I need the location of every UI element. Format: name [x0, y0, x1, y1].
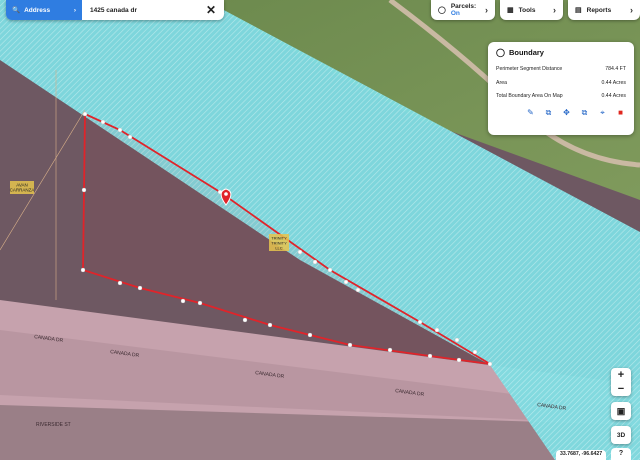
row-value: 0.44 Acres: [601, 79, 626, 86]
pencil-icon[interactable]: ✎: [525, 107, 536, 118]
boundary-vertex[interactable]: [427, 353, 433, 359]
boundary-vertex[interactable]: [343, 279, 349, 285]
tools-label: Tools: [518, 6, 536, 14]
boundary-vertex[interactable]: [180, 298, 186, 304]
total-area-row: Total Boundary Area On Map 0.44 Acres: [496, 93, 626, 99]
street-label: RIVERSIDE ST: [36, 422, 71, 428]
boundary-vertex[interactable]: [454, 337, 460, 343]
boundary-vertex[interactable]: [327, 267, 333, 273]
address-input[interactable]: 1425 canada dr ✕: [82, 0, 224, 20]
boundary-vertex[interactable]: [472, 349, 478, 355]
boundary-vertex[interactable]: [137, 285, 143, 291]
tag-icon: ◯: [496, 48, 505, 57]
chevron-right-icon: ›: [630, 5, 633, 15]
perimeter-row: Perimeter Segment Distance 784.4 FT: [496, 66, 626, 72]
search-icon: 🔍: [12, 7, 21, 14]
trash-icon[interactable]: ■: [615, 107, 626, 118]
row-label: Perimeter Segment Distance: [496, 66, 563, 72]
parcels-toggle[interactable]: ◯ Parcels: On ›: [431, 0, 495, 20]
address-button-label: Address: [24, 6, 51, 14]
boundary-vertex[interactable]: [100, 119, 106, 125]
boundary-vertex[interactable]: [456, 357, 462, 363]
copy-layer-icon[interactable]: ⧉: [543, 107, 554, 118]
parcels-state: On: [450, 10, 460, 17]
address-search: 🔍 Address › 1425 canada dr ✕: [6, 0, 224, 20]
boundary-vertex[interactable]: [297, 249, 303, 255]
svg-text:LLC: LLC: [275, 246, 282, 251]
boundary-vertex[interactable]: [81, 187, 87, 193]
boundary-vertex[interactable]: [434, 327, 440, 333]
reports-label: Reports: [586, 6, 612, 14]
row-label: Area: [496, 79, 507, 86]
parcel-label-trinity: TRINITY TRINITY LLC: [269, 234, 289, 251]
boundary-vertex[interactable]: [347, 342, 353, 348]
boundary-vertex[interactable]: [307, 332, 313, 338]
chevron-right-icon: ›: [485, 5, 488, 15]
boundary-vertex[interactable]: [117, 127, 123, 133]
zoom-control: + −: [611, 368, 631, 396]
panel-title: Boundary: [508, 48, 544, 57]
3d-button[interactable]: 3D: [611, 426, 631, 444]
reports-button[interactable]: ▤ Reports ›: [568, 0, 640, 20]
boundary-vertex[interactable]: [197, 300, 203, 306]
chevron-right-icon: ›: [553, 5, 556, 15]
parcel-label-avan: AVAN CARRANZA: [10, 181, 35, 194]
help-button[interactable]: ?: [611, 448, 631, 460]
address-query: 1425 canada dr: [90, 6, 137, 14]
close-icon[interactable]: ✕: [206, 4, 216, 16]
zoom-in-button[interactable]: +: [611, 368, 631, 382]
row-value: 0.44 Acres: [601, 93, 626, 99]
boundary-vertex[interactable]: [127, 134, 133, 140]
boundary-vertex[interactable]: [387, 347, 393, 353]
toolbox-icon: ▦: [507, 7, 514, 14]
fit-bounds-button[interactable]: ▣: [611, 402, 631, 420]
boundary-vertex[interactable]: [355, 287, 361, 293]
boundary-vertex[interactable]: [312, 259, 318, 265]
tools-button[interactable]: ▦ Tools ›: [500, 0, 563, 20]
boundary-vertex[interactable]: [80, 267, 86, 273]
export-icon[interactable]: ⧉: [579, 107, 590, 118]
report-icon: ▤: [575, 7, 582, 14]
boundary-vertex[interactable]: [242, 317, 248, 323]
row-value: 784.4 FT: [605, 66, 626, 72]
row-label: Total Boundary Area On Map: [496, 93, 563, 99]
address-button[interactable]: 🔍 Address ›: [6, 0, 82, 20]
boundary-vertex[interactable]: [487, 361, 493, 367]
boundary-panel: ◯ Boundary Perimeter Segment Distance 78…: [488, 42, 634, 135]
boundary-vertex[interactable]: [117, 280, 123, 286]
parcels-label: Parcels:: [450, 3, 477, 10]
boundary-actions: ✎ ⧉ ✥ ⧉ ⌖ ■: [496, 107, 626, 118]
frame-icon: ▣: [616, 405, 626, 416]
area-row: Area 0.44 Acres: [496, 80, 626, 86]
boundary-vertex[interactable]: [417, 319, 423, 325]
coordinates-readout: 33.7687, -96.6427: [556, 450, 607, 460]
target-icon[interactable]: ⌖: [597, 107, 608, 118]
svg-text:CARRANZA: CARRANZA: [10, 188, 35, 193]
tag-icon: ◯: [438, 7, 446, 14]
boundary-vertex[interactable]: [267, 322, 273, 328]
move-icon[interactable]: ✥: [561, 107, 572, 118]
chevron-right-icon: ›: [73, 6, 76, 14]
zoom-out-button[interactable]: −: [611, 382, 631, 396]
